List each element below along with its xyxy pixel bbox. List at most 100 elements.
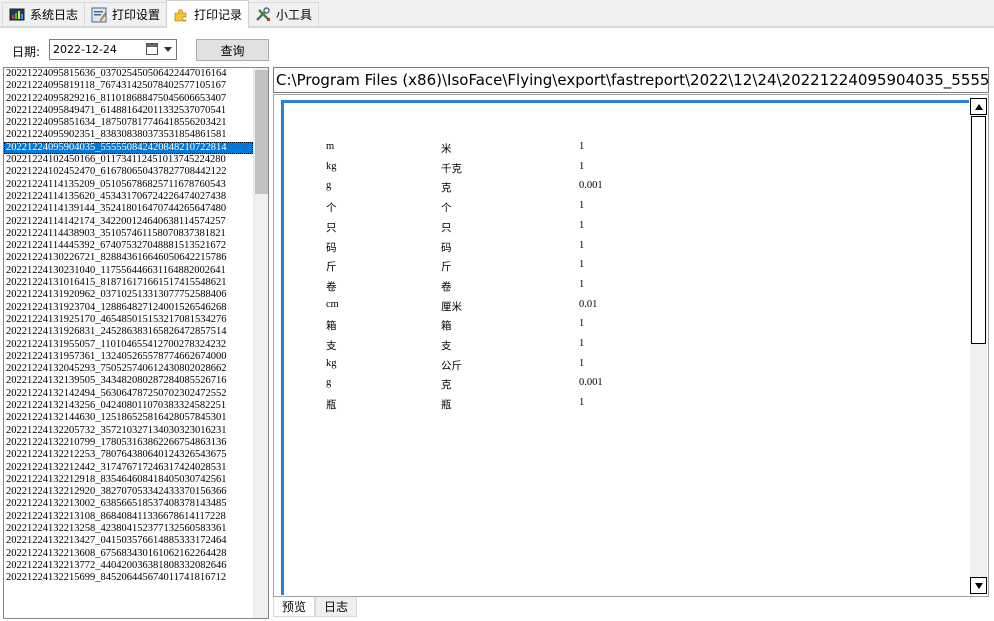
file-list-item[interactable]: 20221224132212920_3827070533424333701563…	[4, 486, 253, 498]
file-list-item[interactable]: 20221224095819118_7674314250784025771051…	[4, 80, 253, 92]
file-list-scrollbar[interactable]	[253, 68, 268, 618]
report-page: m 米 1 kg 千克 1 g 克 0.001 个个 1 只只 1 码码 1 斤斤 1 卷卷 1 cm 厘米 0.01 箱箱…	[281, 100, 969, 595]
file-list-item[interactable]: 20221224095829216_8110186884750456066534…	[4, 93, 253, 105]
tab-system-log[interactable]: 系统日志	[2, 2, 86, 26]
report-cell-ratio: 1	[579, 338, 585, 349]
file-list-item[interactable]: 20221224131925170_4654850151532170815342…	[4, 314, 253, 326]
file-list-item[interactable]: 20221224132212253_7807643806401243265436…	[4, 449, 253, 461]
scroll-up-button[interactable]	[970, 98, 987, 115]
file-list-item[interactable]: 20221224095904035_5555508424208482107228…	[4, 141, 253, 155]
report-cell-code: g	[326, 180, 332, 192]
file-list-item[interactable]: 20221224132213108_8684084113366786141172…	[4, 511, 253, 523]
date-picker[interactable]: 2022-12-24	[49, 39, 177, 60]
calendar-icon[interactable]	[146, 43, 158, 55]
file-list-item[interactable]: 20221224132213258_4238041523771325605833…	[4, 523, 253, 535]
file-list-item[interactable]: 20221224131923704_1288648271240015265462…	[4, 302, 253, 314]
print-records-panel: 日期: 2022-12-24 查询 20221224095815636_0370…	[0, 27, 994, 621]
tab-print-records[interactable]: 打印记录	[166, 0, 250, 28]
report-cell-ratio: 1	[579, 160, 585, 172]
report-cell-name: 瓶	[441, 400, 452, 412]
file-list-item[interactable]: 20221224095849471_6148816420113325370705…	[4, 105, 253, 117]
file-list-item[interactable]: 20221224130226721_8288436166460506422157…	[4, 252, 253, 264]
file-list-item[interactable]: 20221224132212442_3174767172463174240285…	[4, 462, 253, 474]
print-file-list[interactable]: 20221224095815636_0370254505064224470161…	[3, 67, 269, 619]
file-list-item[interactable]: 20221224095815636_0370254505064224470161…	[4, 68, 253, 80]
file-list-item[interactable]: 20221224095851634_1875078177464185562034…	[4, 117, 253, 129]
report-row: 箱 箱 1	[284, 318, 944, 338]
report-cell-ratio: 1	[579, 397, 585, 409]
chevron-down-icon[interactable]	[164, 47, 172, 52]
report-cell-name: 米	[441, 144, 452, 155]
file-list-item[interactable]: 20221224114445392_6740753270488815135216…	[4, 240, 253, 252]
report-cell-name: 支	[441, 341, 452, 352]
report-row: 个 个 1	[284, 200, 944, 220]
report-cell-ratio: 1	[579, 141, 585, 152]
file-list-item[interactable]: 20221224132213002_6385665185374083781434…	[4, 498, 253, 510]
report-row: kg 千克 1	[284, 161, 944, 181]
file-list-item[interactable]: 20221224132210799_1780531638622667548631…	[4, 437, 253, 449]
report-cell-ratio: 1	[579, 239, 585, 251]
report-cell-name: 克	[441, 183, 452, 195]
file-list-item[interactable]: 20221224131955057_1101046554127002783242…	[4, 339, 253, 351]
report-cell-ratio: 0.01	[579, 298, 598, 310]
report-row: 斤 斤 1	[284, 259, 944, 279]
file-list-item[interactable]: 20221224132205732_3572103271340303230162…	[4, 425, 253, 437]
chart-monitor-icon	[9, 7, 25, 23]
file-list-item[interactable]: 20221224132215699_8452064456740117418167…	[4, 572, 253, 584]
file-list-item[interactable]: 20221224132213772_4404200363818083320826…	[4, 560, 253, 572]
tab-log[interactable]: 日志	[315, 597, 358, 617]
file-list-item[interactable]: 20221224132143256_0424080110703833245822…	[4, 400, 253, 412]
report-cell-name: 千克	[441, 163, 462, 175]
file-path-field[interactable]: C:\Program Files (x86)\IsoFace\Flying\ex…	[273, 67, 989, 93]
report-cell-name: 卷	[441, 281, 452, 293]
file-list-item[interactable]: 20221224132139505_3434820802872840855267…	[4, 375, 253, 387]
scrollbar-thumb[interactable]	[971, 116, 986, 344]
file-list-item[interactable]: 20221224132212918_8354646084184050307425…	[4, 474, 253, 486]
report-cell-code: 个	[326, 203, 337, 215]
tab-preview[interactable]: 预览	[273, 597, 316, 617]
file-list-item[interactable]: 20221224114139144_3524180164707442656474…	[4, 203, 253, 215]
report-cell-code: cm	[326, 298, 339, 310]
tab-label: 系统日志	[30, 8, 79, 22]
tab-print-settings[interactable]: 打印设置	[84, 2, 168, 26]
file-list-item[interactable]: 20221224114135209_0510567868257116787605…	[4, 179, 253, 191]
file-list-item[interactable]: 20221224131957361_1324052655787746626740…	[4, 351, 253, 363]
report-cell-name: 码	[441, 242, 452, 254]
report-cell-name: 公斤	[441, 360, 462, 372]
file-list-item[interactable]: 20221224132144630_1251865258164280578453…	[4, 412, 253, 424]
report-cell-ratio: 1	[579, 259, 585, 271]
tab-tools[interactable]: 小工具	[248, 2, 320, 26]
query-button[interactable]: 查询	[196, 39, 269, 61]
report-cell-code: 只	[326, 222, 337, 234]
file-list-item[interactable]: 20221224114142174_3422001246406381145742…	[4, 216, 253, 228]
file-list-item[interactable]: 20221224114438903_3510574611580708373818…	[4, 228, 253, 240]
file-list-item[interactable]: 20221224132213608_6756834301610621622644…	[4, 548, 253, 560]
preview-tab-bar: 预览 日志	[273, 597, 358, 617]
file-list-item[interactable]: 20221224102450166_0117341124510137452242…	[4, 154, 253, 166]
report-cell-name: 厘米	[441, 301, 462, 313]
file-list-item[interactable]: 20221224132045293_7505257406124308020286…	[4, 363, 253, 375]
file-list-item[interactable]: 20221224131920962_0371025133130777525884…	[4, 289, 253, 301]
report-cell-ratio: 0.001	[579, 180, 603, 192]
preview-scrollbar[interactable]	[970, 98, 987, 594]
report-cell-code: 箱	[326, 321, 337, 333]
file-list-item[interactable]: 20221224132142494_5630647872507023024725…	[4, 388, 253, 400]
file-list-item[interactable]: 20221224131016415_8187161716615174155486…	[4, 277, 253, 289]
report-cell-code: 瓶	[326, 400, 337, 412]
report-row: 支 支 1	[284, 338, 944, 358]
report-row: 瓶 瓶 1	[284, 397, 944, 417]
scrollbar-thumb[interactable]	[255, 70, 268, 194]
file-list-item[interactable]: 20221224095902351_8383083803735318548615…	[4, 129, 253, 141]
report-cell-name: 克	[441, 380, 452, 392]
report-cell-code: kg	[326, 160, 337, 172]
file-list-item[interactable]: 20221224131926831_2452863831658264728575…	[4, 326, 253, 338]
report-cell-ratio: 0.001	[579, 377, 603, 389]
report-cell-code: 斤	[326, 262, 337, 274]
file-list-item[interactable]: 20221224130231040_1175564466311648820026…	[4, 265, 253, 277]
report-cell-code: 卷	[326, 281, 337, 293]
report-cell-name: 斤	[441, 262, 452, 274]
file-list-item[interactable]: 20221224102452470_6167806504378277084421…	[4, 166, 253, 178]
file-list-item[interactable]: 20221224132213427_0415035766148853331724…	[4, 535, 253, 547]
scroll-down-button[interactable]	[970, 577, 987, 594]
file-list-item[interactable]: 20221224114135620_4534317067242264740274…	[4, 191, 253, 203]
